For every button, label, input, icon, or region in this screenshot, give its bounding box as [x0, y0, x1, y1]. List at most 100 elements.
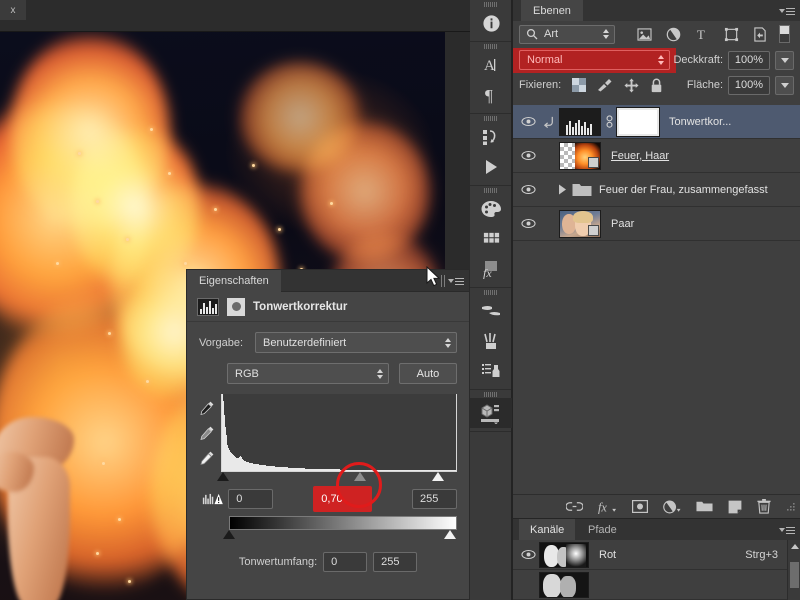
- swatches-panel-icon[interactable]: [470, 224, 512, 254]
- pixel-filter-icon[interactable]: [637, 27, 652, 41]
- smartobject-filter-icon[interactable]: [753, 26, 767, 42]
- list-item[interactable]: Rot Strg+3: [513, 540, 800, 570]
- dock-grip[interactable]: [470, 114, 511, 122]
- lock-all-icon[interactable]: [650, 78, 663, 93]
- dock-group-history: [470, 114, 511, 186]
- brush-presets-panel-icon[interactable]: [470, 296, 512, 326]
- output-black-field[interactable]: 0: [323, 552, 368, 572]
- preset-select[interactable]: Benutzerdefiniert: [255, 332, 457, 353]
- styles-panel-icon[interactable]: fx: [470, 254, 512, 284]
- tab-kanaele[interactable]: Kanäle: [519, 519, 576, 540]
- output-white-field[interactable]: 255: [373, 552, 418, 572]
- input-black-slider[interactable]: [217, 472, 229, 481]
- panel-menu-icon[interactable]: [779, 4, 795, 18]
- paragraph-panel-icon[interactable]: ¶: [470, 80, 512, 110]
- shape-filter-icon[interactable]: [724, 27, 739, 42]
- channels-scrollbar[interactable]: [787, 540, 800, 600]
- tab-eigenschaften[interactable]: Eigenschaften: [187, 270, 281, 292]
- blend-mode-select[interactable]: Normal: [519, 50, 670, 70]
- history-panel-icon[interactable]: [470, 122, 512, 152]
- actions-panel-icon[interactable]: [470, 152, 512, 182]
- layers-bottom-toolbar: fx: [513, 494, 800, 518]
- panel-menu-icon[interactable]: [448, 274, 464, 288]
- table-row[interactable]: Feuer der Frau, zusammengefasst: [513, 173, 800, 207]
- channel-thumbnail[interactable]: [539, 541, 589, 568]
- lock-position-icon[interactable]: [624, 77, 639, 93]
- color-panel-icon[interactable]: [470, 194, 512, 224]
- auto-button[interactable]: Auto: [399, 363, 457, 384]
- black-point-eyedropper-icon[interactable]: [199, 400, 215, 416]
- opacity-value[interactable]: 100%: [728, 50, 770, 70]
- input-gamma-slider[interactable]: [354, 472, 366, 481]
- panel-drag-grip[interactable]: [441, 275, 445, 287]
- scrollbar-thumb[interactable]: [790, 562, 799, 588]
- new-adjustment-icon[interactable]: [663, 500, 681, 514]
- dock-grip[interactable]: [470, 0, 511, 8]
- link-layers-icon[interactable]: [566, 501, 583, 512]
- table-row[interactable]: Tonwertkor...: [513, 105, 800, 139]
- input-slider-track[interactable]: [217, 472, 457, 484]
- dock-group-type: A ¶: [470, 42, 511, 114]
- panel-resize-grip[interactable]: [786, 502, 796, 512]
- dock-grip[interactable]: [470, 186, 511, 194]
- layer-visibility-icon[interactable]: [517, 116, 539, 127]
- layer-thumbnail[interactable]: [559, 209, 601, 238]
- layer-visibility-icon[interactable]: [517, 184, 539, 195]
- levels-histogram[interactable]: [221, 394, 457, 472]
- adjustment-filter-icon[interactable]: [666, 27, 681, 42]
- character-panel-icon[interactable]: A: [470, 50, 512, 80]
- fill-dropdown-icon[interactable]: [775, 75, 794, 95]
- layer-visibility-icon[interactable]: [517, 218, 539, 229]
- output-black-slider[interactable]: [223, 530, 235, 539]
- tab-ebenen[interactable]: Ebenen: [521, 0, 583, 21]
- table-row[interactable]: Feuer, Haar: [513, 139, 800, 173]
- table-row[interactable]: Paar: [513, 207, 800, 241]
- layer-mask-icon[interactable]: [227, 297, 245, 316]
- gray-point-eyedropper-icon[interactable]: [199, 425, 215, 441]
- layer-list[interactable]: Tonwertkor... Feuer, Haar Feuer der Frau…: [513, 105, 800, 494]
- layer-thumbnail[interactable]: [559, 107, 601, 136]
- channel-visibility-icon[interactable]: [517, 549, 539, 560]
- input-white-slider[interactable]: [432, 472, 444, 481]
- eyedropper-column: [199, 394, 221, 484]
- layer-filter-select[interactable]: Art: [519, 24, 615, 44]
- output-slider-track[interactable]: [223, 530, 457, 542]
- panel-menu-icon[interactable]: [779, 523, 795, 537]
- dock-grip[interactable]: [470, 42, 511, 50]
- dock-grip[interactable]: [470, 390, 511, 398]
- list-item[interactable]: [513, 570, 800, 600]
- dock-grip[interactable]: [470, 288, 511, 296]
- group-expand-icon[interactable]: [553, 184, 571, 195]
- brush-panel-icon[interactable]: [470, 326, 512, 356]
- lock-transparency-icon[interactable]: [572, 78, 587, 92]
- output-white-slider[interactable]: [444, 530, 456, 539]
- type-filter-icon[interactable]: T: [695, 27, 710, 42]
- white-point-eyedropper-icon[interactable]: [199, 450, 215, 466]
- filter-enable-toggle[interactable]: [779, 25, 790, 43]
- layer-mask-thumbnail[interactable]: [616, 106, 660, 137]
- clone-source-panel-icon[interactable]: [470, 356, 512, 386]
- lock-label: Fixieren:: [519, 79, 562, 91]
- new-layer-icon[interactable]: [728, 500, 742, 514]
- scroll-up-icon[interactable]: [791, 544, 799, 549]
- opacity-dropdown-icon[interactable]: [775, 50, 794, 70]
- input-black-field[interactable]: 0: [228, 489, 274, 509]
- channel-thumbnail[interactable]: [539, 571, 589, 598]
- mask-link-icon[interactable]: [601, 114, 617, 129]
- layer-style-fx-icon[interactable]: fx: [598, 500, 617, 514]
- document-tab[interactable]: x: [0, 0, 26, 20]
- tab-pfade[interactable]: Pfade: [577, 519, 628, 540]
- delete-layer-icon[interactable]: [757, 499, 771, 514]
- fill-group: Fläche: 100%: [687, 75, 794, 95]
- input-white-field[interactable]: 255: [411, 489, 457, 509]
- 3d-panel-icon[interactable]: [470, 398, 512, 428]
- add-mask-icon[interactable]: [632, 500, 648, 513]
- layer-visibility-icon[interactable]: [517, 150, 539, 161]
- input-gamma-field[interactable]: 0,70: [313, 486, 372, 512]
- channel-select[interactable]: RGB: [227, 363, 389, 384]
- fill-value[interactable]: 100%: [728, 75, 770, 95]
- lock-image-icon[interactable]: [597, 78, 613, 92]
- layer-thumbnail[interactable]: [559, 141, 601, 170]
- info-panel-icon[interactable]: [470, 8, 512, 38]
- new-group-icon[interactable]: [696, 500, 713, 513]
